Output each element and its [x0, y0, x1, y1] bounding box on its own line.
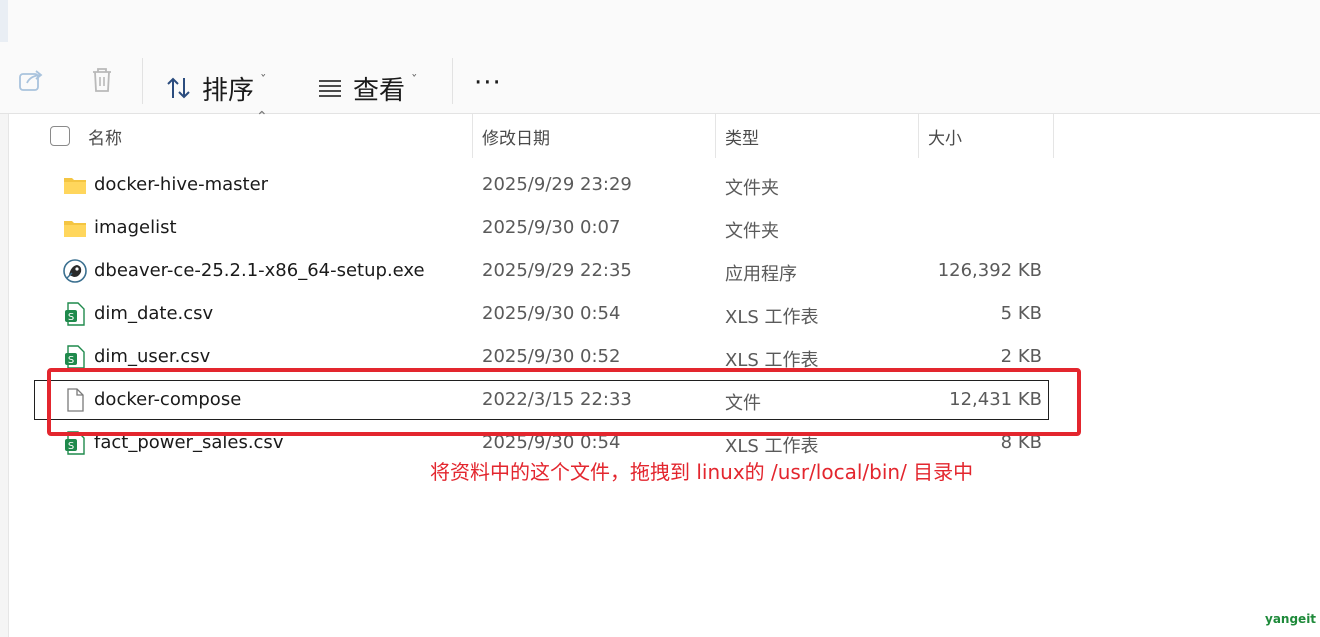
- column-divider[interactable]: [715, 114, 716, 158]
- spreadsheet-icon: S: [63, 302, 87, 326]
- file-modified: 2025/9/29 23:29: [482, 174, 632, 195]
- highlight-annotation-box: [47, 368, 1081, 436]
- dbeaver-app-icon: [63, 259, 87, 283]
- file-size: 5 KB: [1000, 303, 1042, 324]
- svg-text:S: S: [68, 441, 74, 452]
- toolbar-divider: [0, 113, 1320, 114]
- share-icon[interactable]: [18, 66, 44, 94]
- column-header-type[interactable]: 类型: [725, 124, 759, 149]
- column-divider[interactable]: [1053, 114, 1054, 158]
- file-row[interactable]: dbeaver-ce-25.2.1-x86_64-setup.exe 2025/…: [0, 250, 1320, 293]
- sort-button[interactable]: 排序 ˇ: [166, 68, 267, 108]
- spreadsheet-icon: S: [63, 345, 87, 369]
- title-strip: [0, 0, 1320, 46]
- file-modified: 2025/9/29 22:35: [482, 260, 632, 281]
- select-all-checkbox[interactable]: [50, 126, 70, 146]
- sort-icon: [166, 76, 192, 100]
- file-size: 2 KB: [1000, 346, 1042, 367]
- view-icon: [317, 77, 343, 99]
- chevron-down-icon: ˇ: [260, 73, 267, 89]
- column-divider[interactable]: [472, 114, 473, 158]
- column-header-modified[interactable]: 修改日期: [482, 124, 550, 149]
- file-row[interactable]: S dim_date.csv 2025/9/30 0:54 XLS 工作表 5 …: [0, 293, 1320, 336]
- watermark: yangeit: [1265, 612, 1317, 626]
- column-header-name[interactable]: 名称: [88, 124, 122, 149]
- svg-text:S: S: [68, 312, 74, 323]
- sort-label: 排序: [202, 75, 255, 106]
- file-name: imagelist: [94, 217, 177, 238]
- file-size: 126,392 KB: [937, 260, 1042, 281]
- file-type: 文件夹: [725, 221, 779, 242]
- file-type: 应用程序: [725, 264, 797, 285]
- file-row[interactable]: docker-hive-master 2025/9/29 23:29 文件夹: [0, 164, 1320, 207]
- file-modified: 2025/9/30 0:07: [482, 217, 621, 238]
- file-name: dim_user.csv: [94, 346, 211, 367]
- column-divider[interactable]: [918, 114, 919, 158]
- sort-ascending-icon: ⌃: [256, 109, 268, 125]
- file-modified: 2025/9/30 0:52: [482, 346, 621, 367]
- toolbar-separator: [452, 58, 453, 104]
- file-row[interactable]: imagelist 2025/9/30 0:07 文件夹: [0, 207, 1320, 250]
- folder-icon: [63, 173, 87, 197]
- svg-text:S: S: [68, 355, 74, 366]
- file-name: dim_date.csv: [94, 303, 214, 324]
- view-button[interactable]: 查看 ˇ: [317, 68, 418, 108]
- toolbar-separator: [142, 58, 143, 104]
- delete-icon[interactable]: [89, 66, 115, 94]
- view-label: 查看: [353, 75, 406, 106]
- file-type: 文件夹: [725, 178, 779, 199]
- file-name: docker-hive-master: [94, 174, 269, 195]
- annotation-text: 将资料中的这个文件，拖拽到 linux的 /usr/local/bin/ 目录中: [430, 460, 974, 484]
- column-header-size[interactable]: 大小: [928, 124, 962, 149]
- file-name: dbeaver-ce-25.2.1-x86_64-setup.exe: [94, 260, 425, 281]
- window-edge: [0, 0, 8, 42]
- folder-icon: [63, 216, 87, 240]
- chevron-down-icon: ˇ: [411, 73, 418, 89]
- file-modified: 2025/9/30 0:54: [482, 303, 621, 324]
- more-options-button[interactable]: ···: [474, 68, 502, 98]
- file-type: XLS 工作表: [725, 307, 819, 328]
